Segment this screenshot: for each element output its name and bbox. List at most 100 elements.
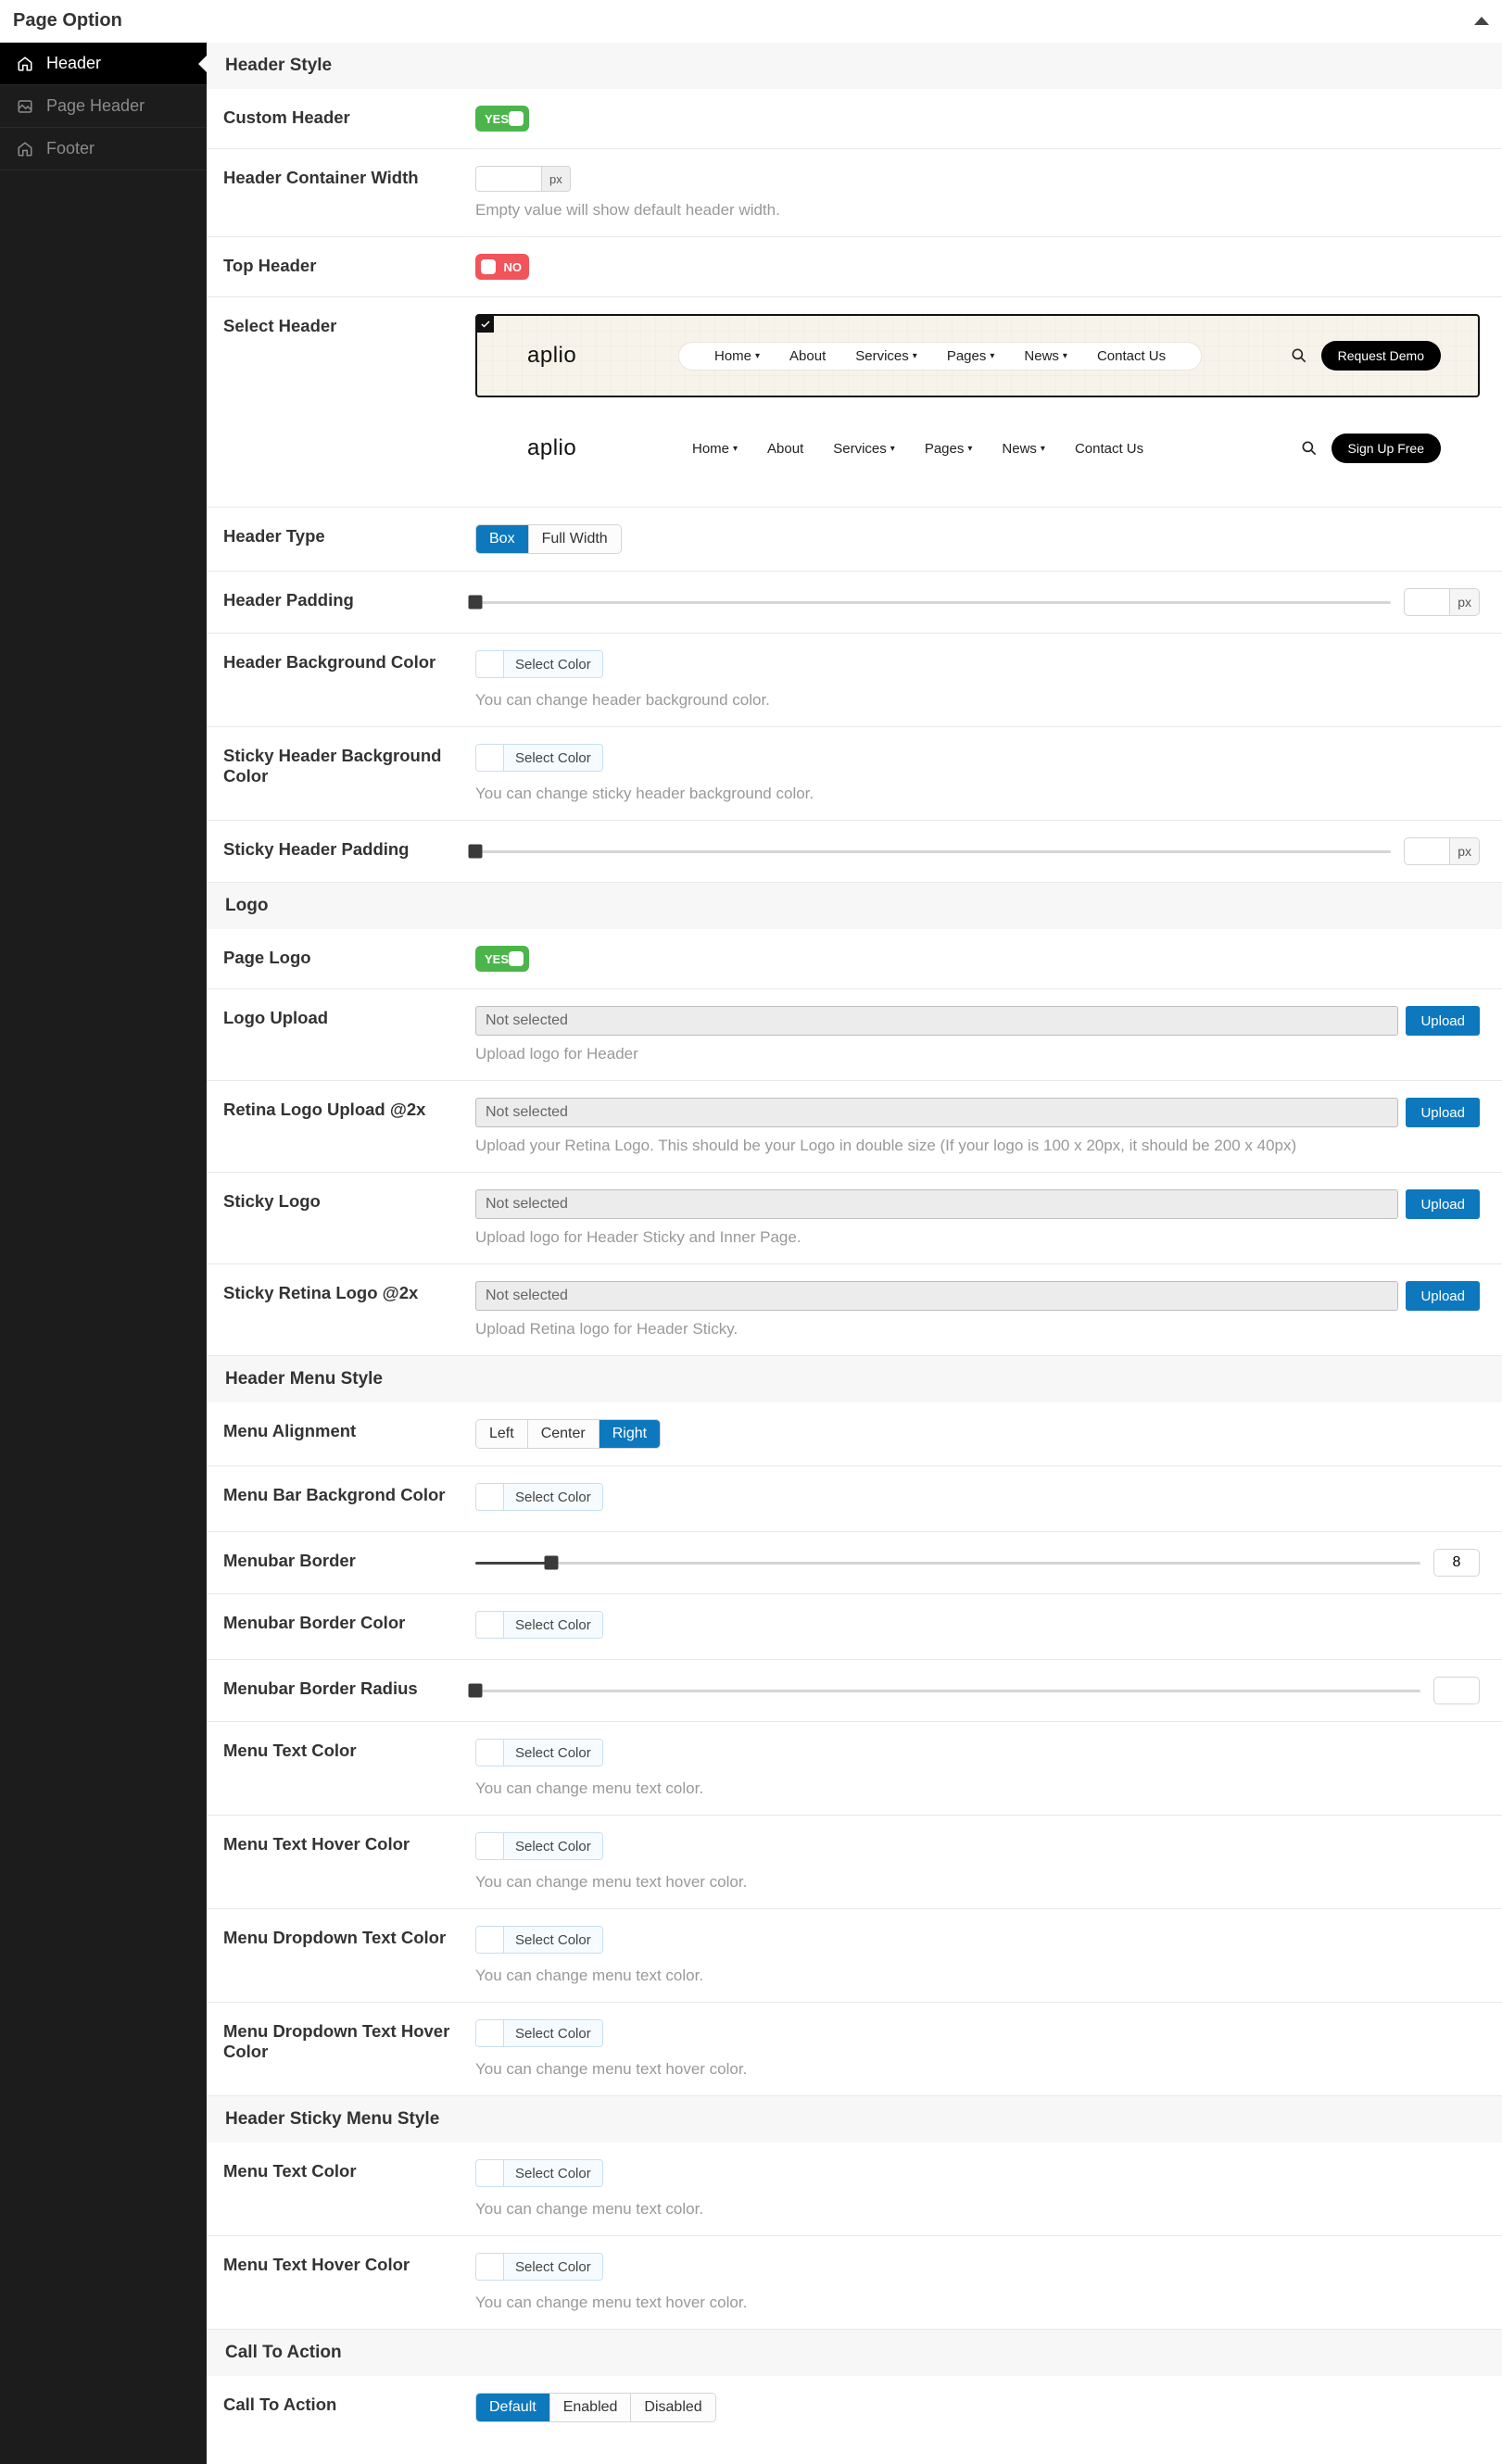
toggle-page-logo[interactable]: YES [475, 946, 529, 972]
color-label: Select Color [504, 2254, 602, 2280]
color-menu-text[interactable]: Select Color [475, 1739, 603, 1766]
preview-cta-button: Request Demo [1321, 341, 1441, 371]
header-preset-2[interactable]: aplio Home▾ About Services▾ Pages▾ News▾… [475, 407, 1480, 490]
slider-sticky-padding[interactable] [475, 850, 1391, 853]
label-menubar-bg: Menu Bar Backgrond Color [223, 1483, 475, 1505]
segment-right[interactable]: Right [600, 1420, 660, 1448]
label-menu-dd-text: Menu Dropdown Text Color [223, 1926, 475, 1948]
color-label: Select Color [504, 1927, 602, 1953]
upload-button[interactable]: Upload [1406, 1189, 1480, 1219]
chevron-down-icon: ▾ [967, 444, 972, 454]
color-swatch [476, 651, 504, 677]
container-width-input[interactable]: px [475, 166, 571, 192]
label-menu-text-hover: Menu Text Hover Color [223, 1832, 475, 1854]
toggle-custom-header[interactable]: YES [475, 106, 529, 132]
unit-px: px [1450, 588, 1480, 616]
color-swatch [476, 2160, 504, 2186]
color-swatch [476, 1927, 504, 1953]
unit-px: px [1450, 837, 1480, 865]
preview-nav-item: Home▾ [692, 441, 738, 457]
color-sticky-menu-hover[interactable]: Select Color [475, 2253, 603, 2281]
slider-handle[interactable] [544, 1556, 558, 1570]
hint-menu-text-color: You can change menu text color. [475, 1779, 1480, 1798]
slider-menubar-radius[interactable] [475, 1690, 1420, 1692]
hint-retina-upload: Upload your Retina Logo. This should be … [475, 1137, 1480, 1155]
color-label: Select Color [504, 2160, 602, 2186]
upload-button[interactable]: Upload [1406, 1098, 1480, 1127]
section-logo: Logo [207, 883, 1502, 929]
slider-handle[interactable] [469, 1684, 483, 1698]
color-sticky-menu-text[interactable]: Select Color [475, 2159, 603, 2187]
slider-handle[interactable] [469, 596, 483, 610]
preview-nav-item: Pages▾ [925, 441, 973, 457]
segment-disabled[interactable]: Disabled [631, 2394, 714, 2421]
sticky-padding-input[interactable] [1404, 837, 1450, 865]
section-header-style: Header Style [207, 43, 1502, 89]
menubar-border-input[interactable] [1433, 1549, 1480, 1577]
color-swatch [476, 2020, 504, 2046]
label-top-header: Top Header [223, 254, 475, 276]
segment-box[interactable]: Box [476, 525, 529, 553]
section-menu-style: Header Menu Style [207, 1356, 1502, 1402]
caret-up-icon[interactable] [1474, 17, 1489, 25]
search-icon [1300, 439, 1319, 458]
chevron-down-icon: ▾ [755, 351, 760, 361]
upload-button[interactable]: Upload [1406, 1281, 1480, 1311]
chevron-down-icon: ▾ [890, 444, 895, 454]
sidebar-item-header[interactable]: Header [0, 43, 207, 85]
logo-upload-field[interactable]: Not selected [475, 1006, 1398, 1036]
toggle-knob [509, 951, 524, 966]
menubar-radius-input[interactable] [1433, 1677, 1480, 1704]
segment-left[interactable]: Left [476, 1420, 528, 1448]
section-sticky-menu: Header Sticky Menu Style [207, 2096, 1502, 2143]
sticky-logo-field[interactable]: Not selected [475, 1189, 1398, 1219]
preview-cta-button: Sign Up Free [1332, 434, 1441, 463]
label-logo-upload: Logo Upload [223, 1006, 475, 1028]
sidebar-item-footer[interactable]: Footer [0, 128, 207, 170]
retina-upload-field[interactable]: Not selected [475, 1098, 1398, 1127]
color-swatch [476, 1612, 504, 1638]
slider-handle[interactable] [469, 845, 483, 859]
preview-nav-item: Services▾ [833, 441, 895, 457]
slider-menubar-border[interactable] [475, 1562, 1420, 1565]
container-width-field[interactable] [476, 167, 541, 191]
hint-menu-dd-hover: You can change menu text hover color. [475, 2060, 1480, 2079]
color-header-bg[interactable]: Select Color [475, 650, 603, 678]
color-menu-dd-text[interactable]: Select Color [475, 1926, 603, 1954]
sidebar-item-page-header[interactable]: Page Header [0, 85, 207, 128]
hint-container-width: Empty value will show default header wid… [475, 201, 1480, 220]
sticky-retina-field[interactable]: Not selected [475, 1281, 1398, 1311]
color-sticky-bg[interactable]: Select Color [475, 744, 603, 772]
hint-menu-dd-text: You can change menu text color. [475, 1967, 1480, 1985]
preview-nav-item: News▾ [1002, 441, 1045, 457]
segment-menu-align: Left Center Right [475, 1419, 661, 1449]
color-swatch [476, 745, 504, 771]
color-menubar-bg[interactable]: Select Color [475, 1483, 603, 1511]
label-header-bg: Header Background Color [223, 650, 475, 673]
label-sticky-menu-hover: Menu Text Hover Color [223, 2253, 475, 2275]
color-label: Select Color [504, 2020, 602, 2046]
label-menu-dd-hover: Menu Dropdown Text Hover Color [223, 2019, 475, 2062]
header-padding-input[interactable] [1404, 588, 1450, 616]
segment-center[interactable]: Center [528, 1420, 600, 1448]
preview-nav-item: Services▾ [855, 348, 917, 364]
color-menubar-border[interactable]: Select Color [475, 1611, 603, 1639]
color-label: Select Color [504, 1612, 602, 1638]
check-icon [477, 316, 494, 333]
segment-default[interactable]: Default [476, 2394, 550, 2421]
hint-menu-text-hover: You can change menu text hover color. [475, 1873, 1480, 1892]
header-preset-1[interactable]: aplio Home▾ About Services▾ Pages▾ News▾… [475, 314, 1480, 397]
hint-sticky-retina: Upload Retina logo for Header Sticky. [475, 1320, 1480, 1339]
color-menu-dd-hover[interactable]: Select Color [475, 2019, 603, 2047]
slider-header-padding[interactable] [475, 601, 1391, 604]
color-menu-text-hover[interactable]: Select Color [475, 1832, 603, 1860]
upload-button[interactable]: Upload [1406, 1006, 1480, 1036]
chevron-down-icon: ▾ [733, 444, 738, 454]
segment-full-width[interactable]: Full Width [529, 525, 621, 553]
label-custom-header: Custom Header [223, 106, 475, 128]
toggle-top-header[interactable]: NO [475, 254, 529, 280]
topbar: Page Option [0, 0, 1502, 43]
home-icon [17, 141, 37, 157]
sidebar-item-label: Footer [46, 139, 95, 158]
segment-enabled[interactable]: Enabled [550, 2394, 632, 2421]
